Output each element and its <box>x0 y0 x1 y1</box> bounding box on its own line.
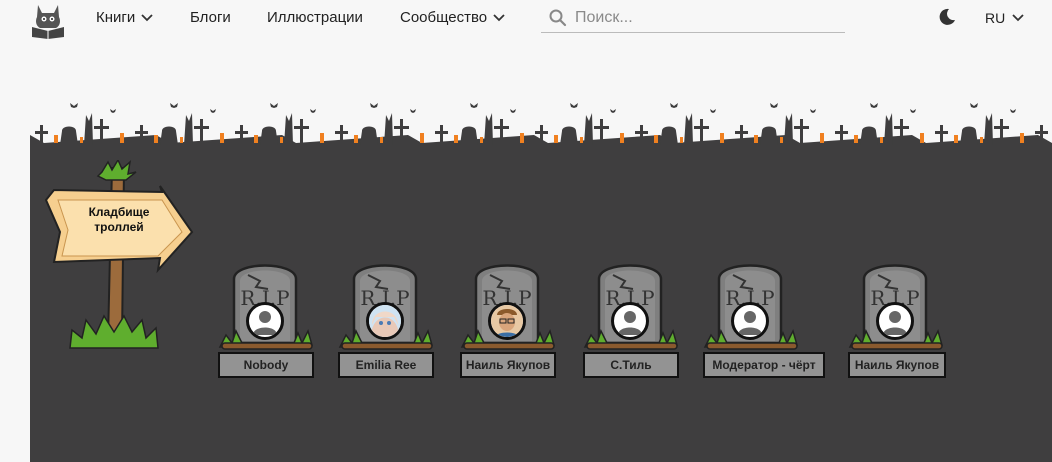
nav-blogs[interactable]: Блоги <box>190 9 231 26</box>
default-avatar-icon <box>883 311 907 335</box>
troll-grave: R.I.P Наиль Якупов <box>848 255 948 380</box>
language-label: RU <box>985 10 1006 26</box>
troll-grave: R.I.P Nobody <box>218 255 318 380</box>
troll-name-plate[interactable]: Emilia Ree <box>338 352 434 378</box>
sign-line-2: троллей <box>94 220 144 234</box>
default-avatar-icon <box>253 311 277 335</box>
user-avatar[interactable] <box>366 302 404 340</box>
default-avatar-icon <box>738 311 762 335</box>
search-bar <box>541 3 845 33</box>
graveyard-sign-label: Кладбище троллей <box>60 205 178 235</box>
anime-girl-avatar <box>369 305 401 337</box>
troll-grave: R.I.P С.Тиль <box>583 255 683 380</box>
chevron-down-icon <box>493 13 505 21</box>
user-avatar[interactable] <box>731 302 769 340</box>
photo-avatar <box>491 305 523 337</box>
nav-community[interactable]: Сообщество <box>400 9 505 26</box>
troll-graveyard: Кладбище троллей R.I.P Nobody R.I.P Emil… <box>30 95 1052 462</box>
troll-name-plate[interactable]: С.Тиль <box>583 352 679 378</box>
troll-name-plate[interactable]: Наиль Якупов <box>848 352 946 378</box>
graveyard-skyline-decoration <box>30 103 1052 150</box>
nav-books-label: Книги <box>96 9 136 26</box>
user-avatar[interactable] <box>876 302 914 340</box>
moon-icon[interactable] <box>938 8 956 26</box>
chevron-down-icon <box>1012 14 1024 22</box>
chevron-down-icon <box>141 13 153 21</box>
cat-reading-book-logo-icon[interactable] <box>28 1 68 39</box>
nav-illustrations[interactable]: Иллюстрации <box>267 9 363 26</box>
troll-grave: R.I.P Наиль Якупов <box>460 255 560 380</box>
sign-line-1: Кладбище <box>88 205 150 219</box>
nav-community-label: Сообщество <box>400 9 488 26</box>
default-avatar-icon <box>618 311 642 335</box>
search-icon <box>549 9 567 26</box>
troll-name-plate[interactable]: Модератор - чёрт <box>703 352 825 378</box>
user-avatar[interactable] <box>246 302 284 340</box>
user-avatar[interactable] <box>488 302 526 340</box>
troll-name-plate[interactable]: Наиль Якупов <box>460 352 556 378</box>
nav-blogs-label: Блоги <box>190 9 231 26</box>
troll-name-plate[interactable]: Nobody <box>218 352 314 378</box>
wooden-signpost-icon <box>44 160 194 349</box>
nav-books[interactable]: Книги <box>96 9 153 26</box>
troll-grave: R.I.P Модератор - чёрт <box>703 255 825 380</box>
user-avatar[interactable] <box>611 302 649 340</box>
nav-illustrations-label: Иллюстрации <box>267 9 363 26</box>
language-selector[interactable]: RU <box>985 10 1024 26</box>
top-navbar: Книги Блоги Иллюстрации Сообщество RU <box>0 0 1052 40</box>
search-input[interactable] <box>575 8 835 27</box>
troll-grave: R.I.P Emilia Ree <box>338 255 438 380</box>
